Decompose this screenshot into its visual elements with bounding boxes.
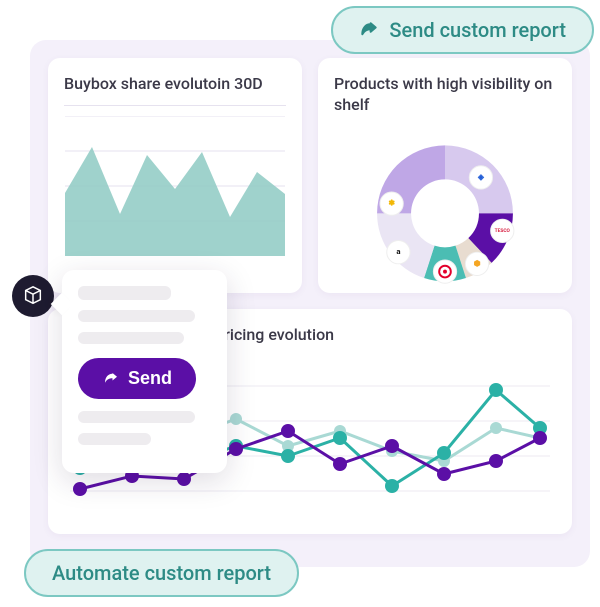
buybox-area-chart: [64, 116, 286, 256]
buybox-area-card: Buybox share evolutoin 30D: [48, 58, 302, 293]
divider: [64, 105, 286, 106]
skeleton-line: [78, 286, 171, 300]
skeleton-line: [78, 411, 195, 423]
area-card-title: Buybox share evolutoin 30D: [64, 74, 286, 95]
share-arrow-icon: [102, 370, 120, 388]
visibility-donut-chart: ◈ TESCO ⬢: [334, 126, 556, 291]
brand-badge-tesco: TESCO: [491, 219, 514, 242]
brand-badge-amazon: a: [387, 240, 410, 263]
brand-badge-walmart: ✽: [380, 192, 403, 215]
automate-custom-report-button[interactable]: Automate custom report: [24, 549, 299, 597]
svg-text:✽: ✽: [388, 198, 395, 207]
line-card-title: Pricing evolution: [214, 325, 556, 346]
svg-text:TESCO: TESCO: [495, 228, 511, 234]
brand-badge-target: [433, 260, 456, 283]
send-custom-report-label: Send custom report: [389, 18, 566, 42]
cube-badge: [12, 275, 54, 317]
top-row: Buybox share evolutoin 30D Products with…: [48, 58, 572, 293]
send-popover: Send: [62, 270, 227, 473]
cube-icon: [22, 285, 44, 307]
skeleton-line: [78, 433, 151, 445]
send-custom-report-button[interactable]: Send custom report: [331, 6, 594, 54]
svg-text:⬢: ⬢: [474, 258, 481, 267]
skeleton-line: [78, 310, 195, 322]
send-button-label: Send: [128, 368, 172, 389]
svg-text:◈: ◈: [477, 172, 485, 181]
automate-custom-report-label: Automate custom report: [52, 561, 271, 585]
svg-text:a: a: [396, 247, 400, 256]
donut-card-title: Products with high visibility on shelf: [334, 74, 556, 116]
visibility-donut-card: Products with high visibility on shelf: [318, 58, 572, 293]
skeleton-line: [78, 332, 184, 344]
brand-badge-other: ⬢: [465, 252, 488, 275]
share-arrow-icon: [359, 20, 379, 40]
send-button[interactable]: Send: [78, 358, 196, 399]
brand-badge-carrefour: ◈: [469, 165, 492, 188]
